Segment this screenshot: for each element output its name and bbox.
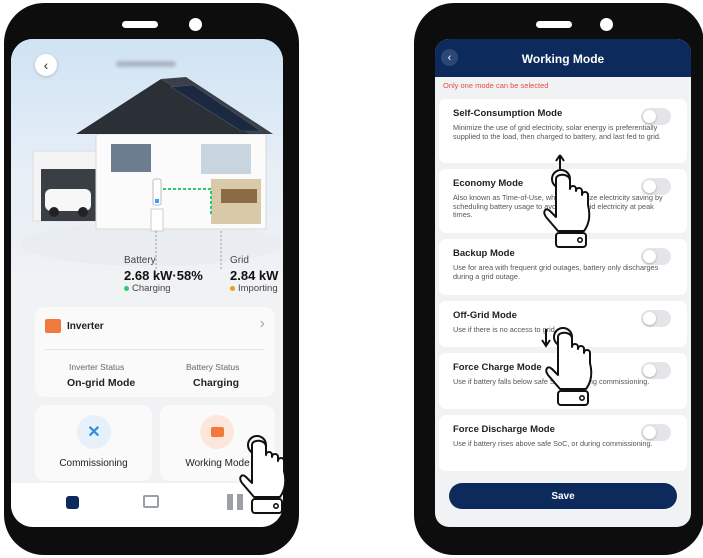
mode-description: Use for area with frequent grid outages,… [453, 263, 659, 281]
mode-toggle[interactable] [641, 248, 671, 265]
mode-description: Use if battery rises above safe SoC, or … [453, 439, 653, 448]
grid-status-text: Importing [238, 283, 278, 294]
mode-title: Self-Consumption Mode [453, 108, 563, 119]
status-dot-icon [230, 286, 235, 291]
front-camera [600, 18, 613, 31]
inverter-card[interactable]: Inverter › Inverter Status On-grid Mode … [35, 307, 275, 397]
mode-toggle[interactable] [641, 362, 671, 379]
devices-icon[interactable] [143, 495, 159, 508]
mode-title: Backup Mode [453, 248, 515, 259]
swipe-down-hand-icon [541, 327, 593, 406]
grid-value: 2.84 kW [230, 268, 279, 283]
right-phone-frame: ‹ Working Mode Only one mode can be sele… [414, 3, 703, 555]
right-screen: ‹ Working Mode Only one mode can be sele… [435, 39, 691, 527]
battery-status: Charging [124, 283, 171, 294]
chevron-right-icon: › [259, 315, 265, 332]
mode-title: Force Charge Mode [453, 362, 542, 373]
battery-status-text: Charging [132, 283, 171, 294]
mode-toggle[interactable] [641, 108, 671, 125]
mode-toggle[interactable] [641, 424, 671, 441]
inverter-title: Inverter [67, 321, 104, 332]
inverter-icon [45, 319, 61, 333]
tools-icon: ✕ [77, 415, 111, 449]
mode-toggle[interactable] [641, 178, 671, 195]
selection-notice: Only one mode can be selected [443, 81, 549, 90]
speaker-notch [122, 21, 158, 28]
mode-description: Minimize the use of grid electricity, so… [453, 123, 661, 141]
speaker-notch [536, 21, 572, 28]
inverter-box-icon [200, 415, 234, 449]
commissioning-label: Commissioning [59, 458, 128, 469]
back-button[interactable]: ‹ [35, 54, 57, 76]
page-title: Working Mode [521, 52, 605, 66]
commissioning-tile[interactable]: ✕ Commissioning [35, 405, 152, 481]
blurred-site-name [116, 61, 176, 67]
tap-hand-icon [239, 435, 287, 514]
battery-value: 2.68 kW·58% [124, 268, 203, 283]
mode-title: Off-Grid Mode [453, 310, 517, 321]
left-phone-frame: ‹ Battery 2.68 kW·58% Charging Grid 2.84… [4, 3, 299, 555]
swipe-up-hand-icon [543, 154, 591, 248]
mode-title: Force Discharge Mode [453, 424, 555, 435]
mode-title: Economy Mode [453, 178, 524, 189]
grid-status: Importing [230, 283, 278, 294]
divider [45, 349, 265, 350]
mode-card-force-discharge[interactable]: Force Discharge Mode Use if battery rise… [439, 415, 687, 471]
battery-status-label: Battery Status [186, 362, 240, 372]
chevron-left-icon: ‹ [43, 57, 49, 73]
inverter-status-label: Inverter Status [69, 362, 125, 372]
status-dot-icon [124, 286, 129, 291]
battery-status-value: Charging [193, 377, 240, 389]
front-camera [189, 18, 202, 31]
grid-label: Grid [230, 255, 249, 266]
inverter-status-value: On-grid Mode [67, 377, 136, 389]
save-button[interactable]: Save [449, 483, 677, 509]
home-icon[interactable] [66, 496, 79, 509]
mode-toggle[interactable] [641, 310, 671, 327]
inverter-box-shape [210, 427, 224, 437]
battery-label: Battery [124, 255, 156, 266]
